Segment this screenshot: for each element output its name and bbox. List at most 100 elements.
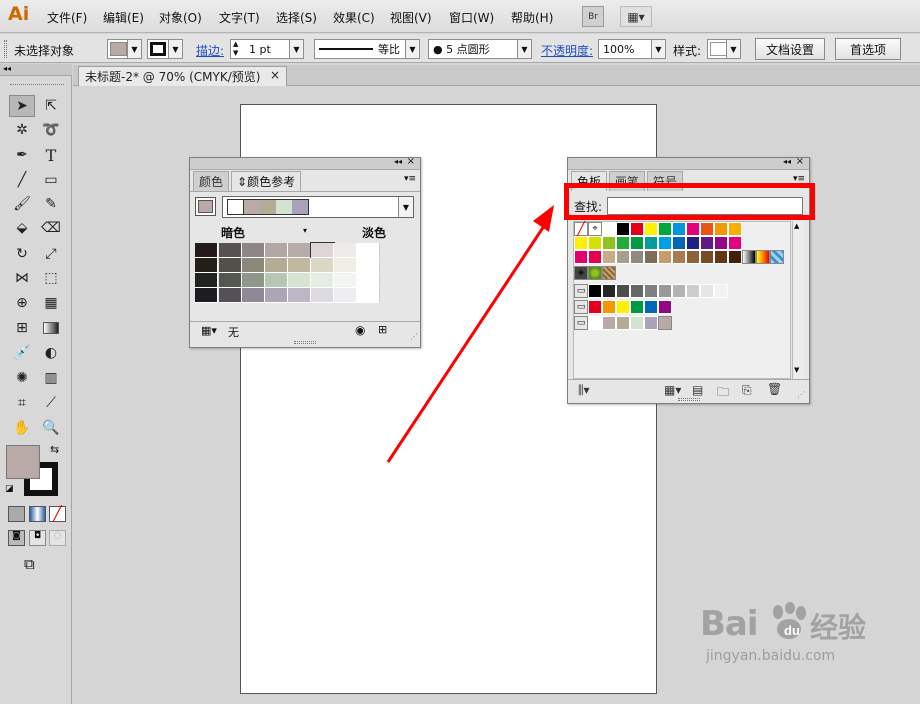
color-variation-cell[interactable]: [311, 273, 334, 288]
style-dropdown[interactable]: ▼: [707, 39, 741, 59]
direct-selection-tool-icon[interactable]: ⇱: [38, 95, 64, 117]
swatch[interactable]: [672, 250, 686, 264]
swatch[interactable]: [588, 300, 602, 314]
base-color-button[interactable]: [195, 197, 216, 216]
collapse-panel-icon[interactable]: ◂◂: [394, 157, 402, 166]
color-variation-cell[interactable]: [219, 288, 242, 303]
free-transform-tool-icon[interactable]: ⬚: [38, 267, 64, 289]
swatch-scrollbar[interactable]: ▲ ▼: [792, 221, 804, 379]
color-variation-cell[interactable]: [288, 258, 311, 273]
selected-swatch[interactable]: [658, 316, 672, 330]
swatch[interactable]: [588, 316, 602, 330]
swatch[interactable]: [574, 236, 588, 250]
slice-tool-icon[interactable]: ⟋: [38, 392, 64, 414]
column-graph-tool-icon[interactable]: ▥: [38, 367, 64, 389]
lasso-tool-icon[interactable]: ➰: [38, 119, 64, 141]
stroke-link[interactable]: 描边:: [196, 42, 224, 59]
swatch[interactable]: [728, 222, 742, 236]
zoom-tool-icon[interactable]: 🔍: [38, 417, 64, 439]
color-variation-cell[interactable]: [334, 288, 357, 303]
scroll-up-icon[interactable]: ▲: [794, 222, 799, 230]
line-tool-icon[interactable]: ╱: [9, 169, 35, 191]
perspective-grid-tool-icon[interactable]: ▦: [38, 292, 64, 314]
swatch[interactable]: [658, 222, 672, 236]
eyedropper-tool-icon[interactable]: 💉: [9, 342, 35, 364]
blob-brush-tool-icon[interactable]: ⬙: [9, 217, 35, 239]
collapse-panel-icon[interactable]: ◂◂: [783, 157, 791, 166]
new-swatch-icon[interactable]: ⎘: [742, 383, 752, 398]
document-setup-button[interactable]: 文档设置: [755, 38, 825, 60]
swatch[interactable]: [700, 236, 714, 250]
swatch[interactable]: [574, 250, 588, 264]
gradient-tool-icon[interactable]: [38, 317, 64, 339]
harmony-swatch[interactable]: [292, 200, 308, 214]
menu-help[interactable]: 帮助(H): [511, 9, 553, 26]
color-variation-cell[interactable]: [288, 288, 311, 303]
eraser-tool-icon[interactable]: ⌫: [38, 217, 64, 239]
fill-color-front[interactable]: [6, 445, 40, 479]
shape-builder-tool-icon[interactable]: ⊕: [9, 292, 35, 314]
color-variation-cell[interactable]: [265, 243, 288, 258]
swatch[interactable]: [644, 284, 658, 298]
swatch[interactable]: [644, 222, 658, 236]
color-variation-cell[interactable]: [242, 258, 265, 273]
swatch[interactable]: [658, 236, 672, 250]
swatch[interactable]: [644, 316, 658, 330]
screen-mode-icon[interactable]: ⧉: [24, 555, 35, 573]
color-variation-cell[interactable]: [334, 258, 357, 273]
draw-inside-button[interactable]: ◌: [49, 530, 66, 546]
color-variation-cell[interactable]: [242, 243, 265, 258]
swatch-library-icon[interactable]: ▦▾: [201, 324, 217, 337]
delete-swatch-icon[interactable]: 🗑: [767, 382, 782, 396]
swatch[interactable]: [630, 316, 644, 330]
swatch[interactable]: [700, 250, 714, 264]
paintbrush-tool-icon[interactable]: 🖌: [9, 193, 35, 215]
swatch[interactable]: [602, 250, 616, 264]
none-swatch-icon[interactable]: ╱: [574, 222, 588, 237]
stroke-profile-dropdown[interactable]: 等比 ▼: [314, 39, 420, 59]
swatch[interactable]: [672, 284, 686, 298]
harmony-swatch[interactable]: [228, 200, 244, 214]
opacity-link[interactable]: 不透明度:: [541, 42, 593, 59]
workspace-switcher-button[interactable]: ▦▾: [620, 6, 652, 27]
default-colors-icon[interactable]: ◪: [5, 484, 14, 494]
pen-tool-icon[interactable]: ✒: [9, 144, 35, 166]
scale-tool-icon[interactable]: ⤢: [38, 243, 64, 265]
bridge-button[interactable]: Br: [582, 6, 604, 27]
color-variation-cell[interactable]: [219, 273, 242, 288]
opacity-field[interactable]: 100% ▼: [598, 39, 666, 59]
resize-grip-icon[interactable]: ⋰: [797, 390, 805, 399]
swatch[interactable]: [686, 250, 700, 264]
swatch[interactable]: [714, 222, 728, 236]
swatch[interactable]: [686, 236, 700, 250]
color-variation-cell[interactable]: [195, 243, 218, 258]
swatch[interactable]: [602, 300, 616, 314]
pattern-swatch[interactable]: [588, 266, 602, 280]
swatch[interactable]: [672, 222, 686, 236]
gradient-mode-button[interactable]: [29, 506, 46, 522]
panel-menu-icon[interactable]: ▾≡: [404, 174, 416, 184]
swatch[interactable]: [616, 300, 630, 314]
panel-header[interactable]: ◂◂ ×: [190, 156, 420, 170]
stroke-color-dropdown[interactable]: ▼: [147, 39, 183, 59]
close-panel-icon[interactable]: ×: [796, 156, 804, 167]
swatch[interactable]: [686, 284, 700, 298]
color-variation-cell[interactable]: [357, 243, 380, 258]
magic-wand-tool-icon[interactable]: ✲: [9, 119, 35, 141]
color-mode-button[interactable]: [8, 506, 25, 522]
show-kinds-icon[interactable]: ▦▾: [664, 383, 681, 397]
swatch[interactable]: [728, 236, 742, 250]
edit-colors-icon[interactable]: ◉: [355, 323, 365, 337]
pattern-swatch[interactable]: [602, 266, 616, 280]
variation-options-icon[interactable]: ▾: [303, 226, 307, 235]
swatch[interactable]: [616, 316, 630, 330]
swatch[interactable]: [700, 284, 714, 298]
color-variation-cell[interactable]: [195, 273, 218, 288]
color-variation-cell[interactable]: [334, 243, 357, 258]
swatch[interactable]: [588, 250, 602, 264]
swatch[interactable]: [714, 236, 728, 250]
color-variation-cell[interactable]: [311, 258, 334, 273]
blend-tool-icon[interactable]: ◐: [38, 342, 64, 364]
color-group-folder-icon[interactable]: ▭: [574, 284, 588, 298]
swatch[interactable]: [644, 300, 658, 314]
